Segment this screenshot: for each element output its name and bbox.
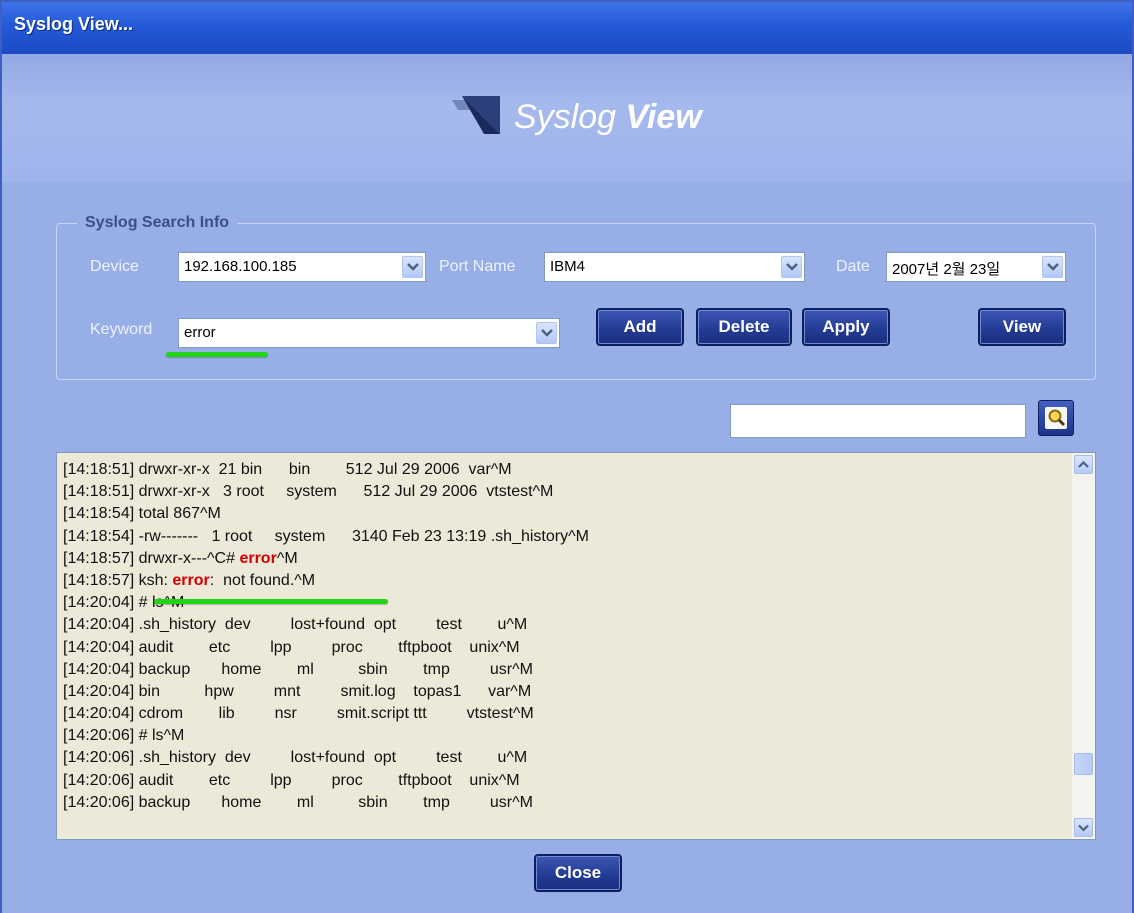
syslog-view-window: Syslog View... Syslog View Syslog Search… <box>0 0 1134 913</box>
date-picker[interactable]: 2007년 2월 23일 <box>886 252 1066 282</box>
chevron-down-icon[interactable] <box>1042 256 1063 278</box>
log-line: [14:18:57] ksh: error: not found.^M <box>63 570 1063 592</box>
find-input[interactable] <box>730 404 1026 438</box>
chevron-up-icon <box>1078 461 1089 468</box>
log-line: [14:18:51] drwxr-xr-x 3 root system 512 … <box>63 483 554 501</box>
log-line-text: [14:18:57] drwxr-x---^C# <box>63 549 240 567</box>
chevron-down-icon[interactable] <box>402 256 423 278</box>
port-name-value: IBM4 <box>550 258 586 275</box>
keyword-value: error <box>184 324 216 341</box>
chevron-down-icon <box>1078 824 1089 832</box>
delete-button[interactable]: Delete <box>696 308 792 346</box>
window-title: Syslog View... <box>14 14 134 34</box>
banner-title: Syslog View <box>514 98 702 137</box>
log-line: [14:20:04] .sh_history dev lost+found op… <box>63 616 528 634</box>
find-button[interactable] <box>1038 400 1074 436</box>
device-label: Device <box>90 258 139 275</box>
log-line: [14:18:51] drwxr-xr-x 21 bin bin 512 Jul… <box>63 461 512 478</box>
log-line: [14:18:54] -rw------- 1 root system 3140… <box>63 527 589 545</box>
view-button[interactable]: View <box>978 308 1066 346</box>
keyword-highlight-mark <box>166 352 268 357</box>
close-button[interactable]: Close <box>534 854 622 892</box>
error-line-highlight-mark <box>154 599 388 604</box>
log-line: [14:20:04] backup home ml sbin tmp usr^M <box>63 660 533 678</box>
chevron-down-icon[interactable] <box>781 256 802 278</box>
add-button[interactable]: Add <box>596 308 684 346</box>
date-label: Date <box>836 258 870 275</box>
port-name-select[interactable]: IBM4 <box>544 252 805 282</box>
banner: Syslog View <box>2 54 1132 182</box>
title-bar[interactable]: Syslog View... <box>2 2 1132 54</box>
keyword-match: error <box>172 571 210 589</box>
device-select[interactable]: 192.168.100.185 <box>178 252 426 282</box>
search-info-legend: Syslog Search Info <box>85 214 230 231</box>
log-line: [14:20:06] audit etc lpp proc tftpboot u… <box>63 771 520 789</box>
arrow-logo-icon <box>452 96 500 134</box>
apply-button[interactable]: Apply <box>802 308 890 346</box>
log-line: [14:18:54] total 867^M <box>63 505 221 523</box>
log-line-text: ^M <box>276 549 298 567</box>
log-line-text: [14:18:57] ksh: <box>63 571 173 589</box>
keyword-label: Keyword <box>90 321 153 338</box>
banner-logo: Syslog View <box>448 82 728 142</box>
log-line: [14:20:06] # ls^M <box>63 727 185 745</box>
log-scrollbar[interactable] <box>1072 453 1095 839</box>
log-line: [14:20:04] audit etc lpp proc tftpboot u… <box>63 638 520 656</box>
main-area: Syslog Search Info Device 192.168.100.18… <box>2 182 1132 913</box>
log-line: [14:20:06] .sh_history dev lost+found op… <box>63 749 528 767</box>
log-line-text: : not found.^M <box>209 571 316 589</box>
log-line: [14:20:04] cdrom lib nsr smit.script ttt… <box>63 705 534 723</box>
log-line: [14:20:06] backup home ml sbin tmp usr^M <box>63 793 533 811</box>
log-line: [14:18:57] drwxr-x---^C# error^M <box>63 548 1063 570</box>
scroll-up-button[interactable] <box>1074 455 1093 474</box>
log-output-panel[interactable]: [14:18:51] drwxr-xr-x 21 bin bin 512 Jul… <box>56 452 1096 840</box>
date-value: 2007년 2월 23일 <box>892 261 1001 278</box>
port-name-label: Port Name <box>439 258 516 275</box>
log-line: [14:20:04] bin hpw mnt smit.log topas1 v… <box>63 682 532 700</box>
log-lines: [14:18:51] drwxr-xr-x 21 bin bin 512 Jul… <box>63 459 1063 814</box>
magnifier-icon <box>1045 407 1067 429</box>
keyword-select[interactable]: error <box>178 318 560 348</box>
scroll-thumb[interactable] <box>1074 753 1093 775</box>
banner-title-bold: View <box>625 98 702 136</box>
scroll-down-button[interactable] <box>1074 818 1093 837</box>
banner-title-light: Syslog <box>514 98 626 136</box>
device-value: 192.168.100.185 <box>184 258 297 275</box>
keyword-match: error <box>239 549 277 567</box>
chevron-down-icon[interactable] <box>536 322 557 344</box>
